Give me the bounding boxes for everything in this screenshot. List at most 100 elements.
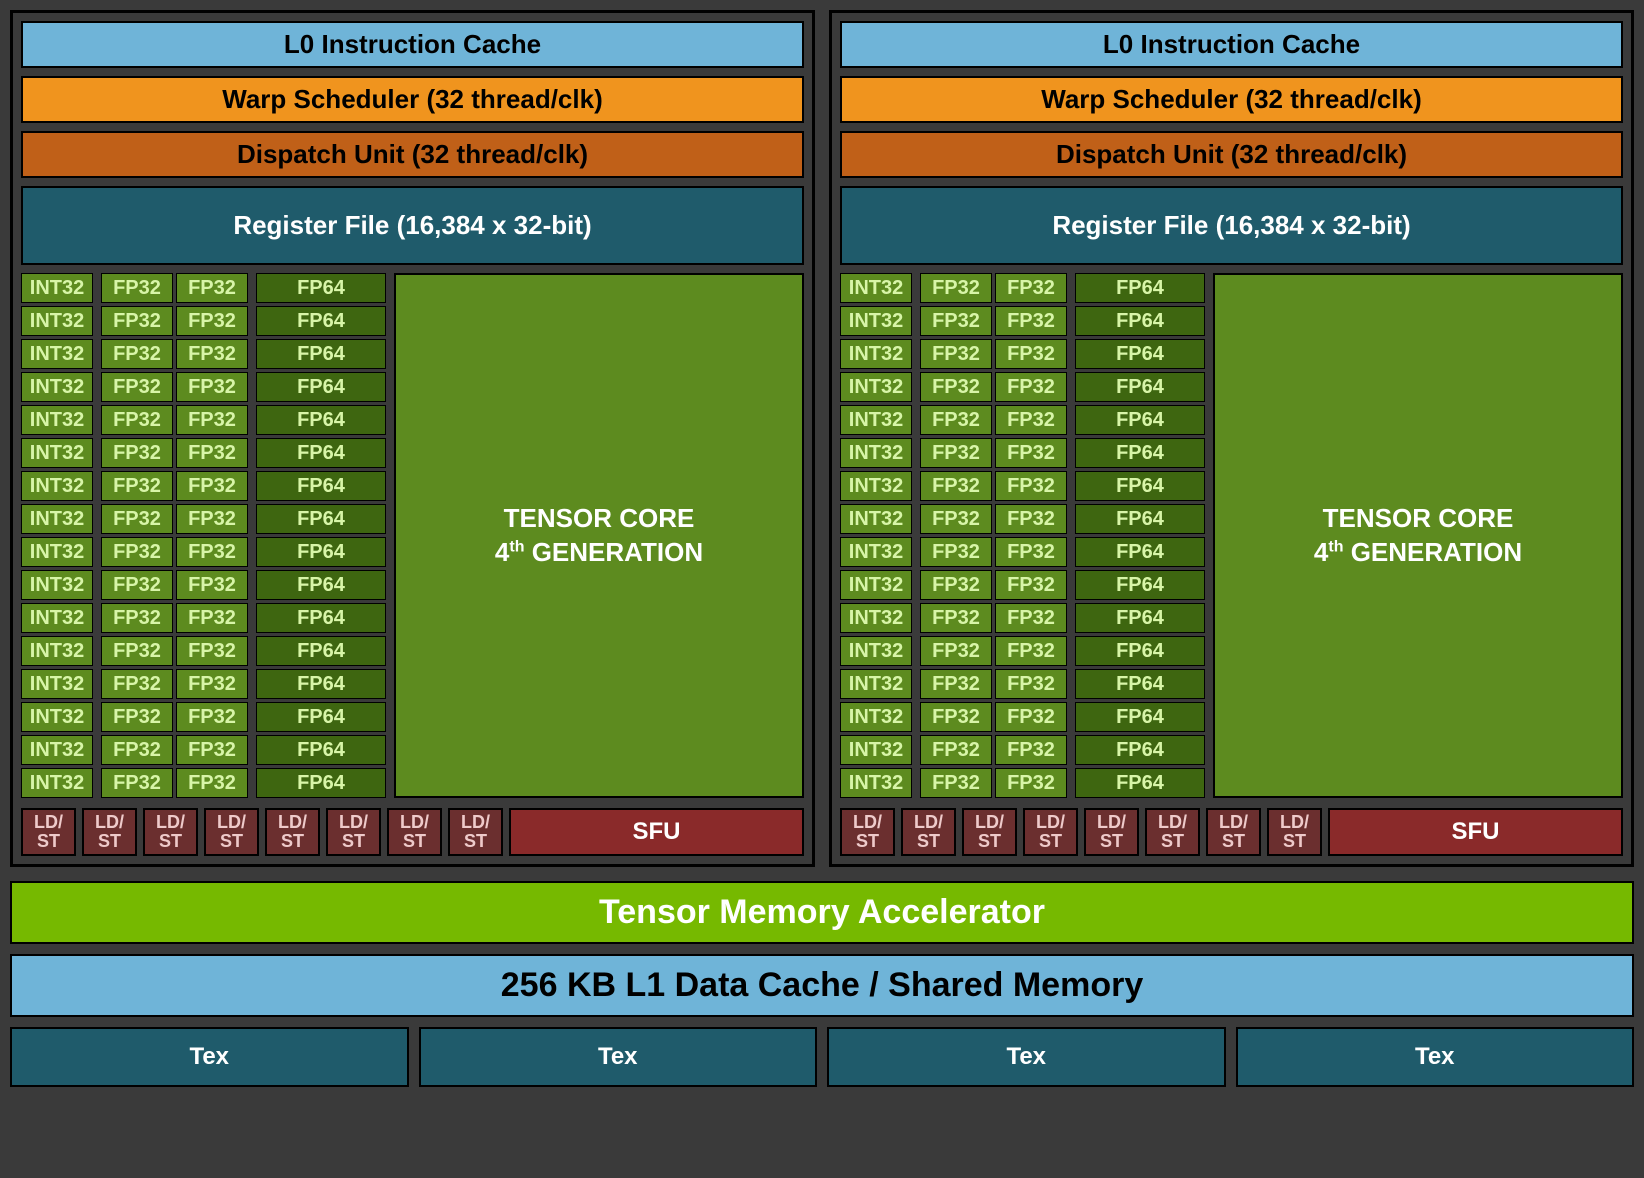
fp32-unit-pair: FP32FP32 <box>920 504 1067 534</box>
int32-column: INT32INT32INT32INT32INT32INT32INT32INT32… <box>840 273 912 798</box>
fp32-unit: FP32 <box>995 702 1067 732</box>
fp32-unit: FP32 <box>995 603 1067 633</box>
fp64-unit: FP64 <box>256 570 386 600</box>
tex-unit: Tex <box>1236 1027 1635 1087</box>
ldst-unit: LD/ST <box>840 808 895 856</box>
fp64-unit: FP64 <box>1075 768 1205 798</box>
fp32-unit: FP32 <box>101 471 173 501</box>
fp32-unit: FP32 <box>995 306 1067 336</box>
ldst-unit: LD/ST <box>265 808 320 856</box>
sm-diagram: L0 Instruction Cache Warp Scheduler (32 … <box>10 10 1634 1087</box>
int32-unit: INT32 <box>21 471 93 501</box>
fp32-unit: FP32 <box>101 537 173 567</box>
fp32-unit-pair: FP32FP32 <box>101 339 248 369</box>
fp32-unit: FP32 <box>920 669 992 699</box>
ldst-unit: LD/ST <box>143 808 198 856</box>
int32-unit: INT32 <box>840 603 912 633</box>
fp32-unit-pair: FP32FP32 <box>920 768 1067 798</box>
int32-unit: INT32 <box>840 471 912 501</box>
int32-unit: INT32 <box>840 438 912 468</box>
fp32-unit: FP32 <box>176 273 248 303</box>
fp32-unit-pair: FP32FP32 <box>920 702 1067 732</box>
fp64-unit: FP64 <box>1075 405 1205 435</box>
fp32-unit-pair: FP32FP32 <box>101 438 248 468</box>
fp32-unit-pair: FP32FP32 <box>920 339 1067 369</box>
int32-unit: INT32 <box>840 504 912 534</box>
fp32-unit-pair: FP32FP32 <box>101 603 248 633</box>
ldst-unit: LD/ST <box>1206 808 1261 856</box>
fp32-unit: FP32 <box>176 603 248 633</box>
fp32-unit: FP32 <box>101 669 173 699</box>
fp32-unit-pair: FP32FP32 <box>920 735 1067 765</box>
fp64-unit: FP64 <box>1075 438 1205 468</box>
l1-data-cache: 256 KB L1 Data Cache / Shared Memory <box>10 954 1634 1017</box>
fp64-unit: FP64 <box>256 273 386 303</box>
fp32-unit: FP32 <box>176 306 248 336</box>
int32-unit: INT32 <box>21 273 93 303</box>
int32-unit: INT32 <box>21 306 93 336</box>
fp32-unit-pair: FP32FP32 <box>101 471 248 501</box>
int32-unit: INT32 <box>21 702 93 732</box>
int32-unit: INT32 <box>840 339 912 369</box>
sfu-unit: SFU <box>509 808 804 856</box>
ldst-unit: LD/ST <box>326 808 381 856</box>
fp32-unit-pair: FP32FP32 <box>920 372 1067 402</box>
fp32-unit-pair: FP32FP32 <box>101 735 248 765</box>
fp64-unit: FP64 <box>256 471 386 501</box>
fp32-unit-pair: FP32FP32 <box>101 570 248 600</box>
fp32-unit: FP32 <box>176 438 248 468</box>
int32-unit: INT32 <box>840 636 912 666</box>
ldst-unit: LD/ST <box>204 808 259 856</box>
fp32-unit-pair: FP32FP32 <box>920 273 1067 303</box>
int32-unit: INT32 <box>21 438 93 468</box>
fp32-unit: FP32 <box>995 339 1067 369</box>
fp32-unit: FP32 <box>920 603 992 633</box>
fp32-unit: FP32 <box>101 735 173 765</box>
sm-partition: L0 Instruction Cache Warp Scheduler (32 … <box>829 10 1634 867</box>
fp32-unit: FP32 <box>920 735 992 765</box>
fp32-unit: FP32 <box>101 372 173 402</box>
int32-unit: INT32 <box>840 372 912 402</box>
fp32-unit: FP32 <box>176 372 248 402</box>
fp32-unit: FP32 <box>995 768 1067 798</box>
ldst-unit: LD/ST <box>1145 808 1200 856</box>
fp32-unit-pair: FP32FP32 <box>920 570 1067 600</box>
fp64-unit: FP64 <box>1075 471 1205 501</box>
int32-unit: INT32 <box>21 339 93 369</box>
register-file: Register File (16,384 x 32-bit) <box>840 186 1623 265</box>
tensor-memory-accelerator: Tensor Memory Accelerator <box>10 881 1634 944</box>
fp32-unit: FP32 <box>176 669 248 699</box>
int32-unit: INT32 <box>840 702 912 732</box>
fp32-unit: FP32 <box>920 306 992 336</box>
tensor-core: TENSOR CORE 4th GENERATION <box>1213 273 1623 798</box>
fp64-unit: FP64 <box>1075 537 1205 567</box>
fp32-unit: FP32 <box>176 471 248 501</box>
fp64-unit: FP64 <box>1075 372 1205 402</box>
int32-unit: INT32 <box>21 636 93 666</box>
fp64-unit: FP64 <box>1075 339 1205 369</box>
fp32-unit: FP32 <box>995 570 1067 600</box>
fp64-unit: FP64 <box>256 504 386 534</box>
fp32-unit-pair: FP32FP32 <box>920 471 1067 501</box>
fp32-unit: FP32 <box>995 537 1067 567</box>
fp32-unit: FP32 <box>176 735 248 765</box>
fp64-unit: FP64 <box>1075 273 1205 303</box>
sm-partition: L0 Instruction Cache Warp Scheduler (32 … <box>10 10 815 867</box>
int32-unit: INT32 <box>840 537 912 567</box>
l0-instruction-cache: L0 Instruction Cache <box>21 21 804 68</box>
int32-unit: INT32 <box>21 735 93 765</box>
int32-unit: INT32 <box>840 273 912 303</box>
int32-unit: INT32 <box>21 504 93 534</box>
fp32-unit-pair: FP32FP32 <box>920 438 1067 468</box>
int32-unit: INT32 <box>21 372 93 402</box>
fp32-unit: FP32 <box>101 768 173 798</box>
fp64-unit: FP64 <box>256 537 386 567</box>
fp32-unit: FP32 <box>920 273 992 303</box>
fp64-unit: FP64 <box>1075 735 1205 765</box>
fp64-unit: FP64 <box>256 372 386 402</box>
int32-unit: INT32 <box>840 735 912 765</box>
fp32-unit: FP32 <box>176 405 248 435</box>
fp32-unit-pair: FP32FP32 <box>920 306 1067 336</box>
fp32-unit-pair: FP32FP32 <box>101 669 248 699</box>
ldst-unit: LD/ST <box>1084 808 1139 856</box>
